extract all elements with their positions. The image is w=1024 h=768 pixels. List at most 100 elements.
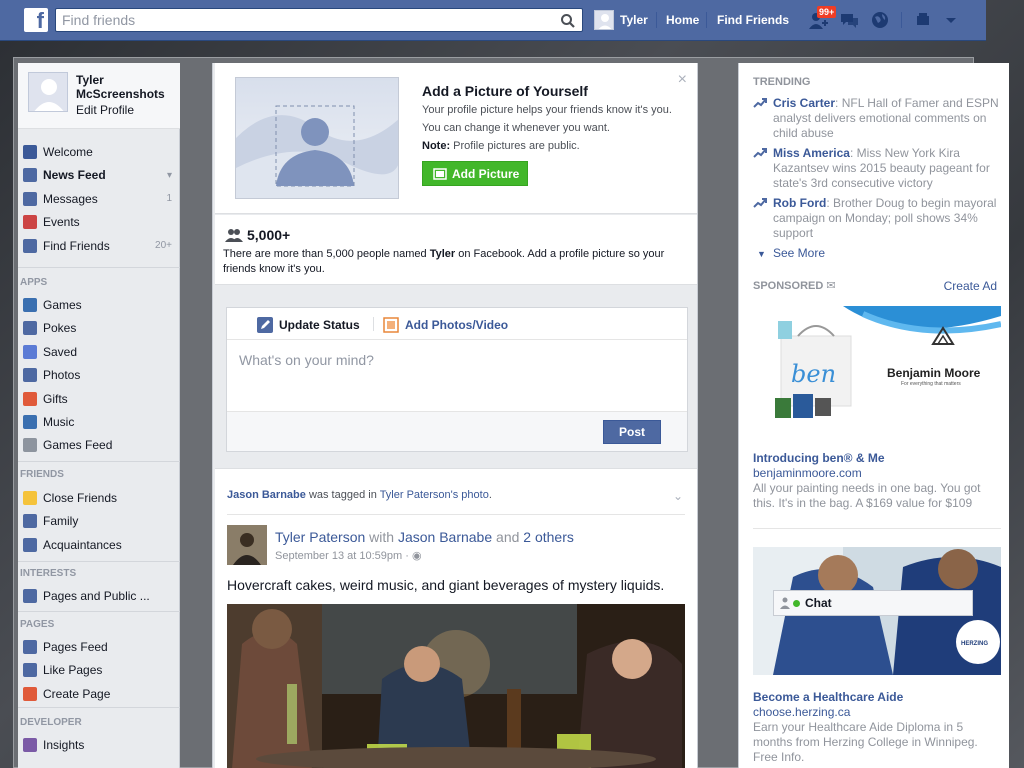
developer-heading[interactable]: DEVELOPER — [20, 717, 82, 728]
find-friends-link[interactable]: Find Friends — [717, 13, 789, 27]
sidebar-item-like-pages[interactable]: Like Pages — [18, 660, 180, 680]
add-picture-button[interactable]: Add Picture — [422, 161, 528, 186]
search-icon[interactable] — [560, 13, 576, 29]
pages-heading[interactable]: PAGES — [20, 619, 54, 630]
divider — [18, 461, 180, 462]
apps-heading[interactable]: APPS — [20, 277, 47, 288]
sidebar-item-label: Music — [43, 415, 75, 429]
news-feed-column: Add a Picture of Yourself Your profile p… — [212, 63, 698, 768]
benjamin-moore-logo: Benjamin Moore — [887, 366, 981, 380]
sidebar-item-create-page[interactable]: Create Page — [18, 684, 180, 704]
sidebar-item-find-friends[interactable]: Find Friends 20+ — [18, 236, 180, 256]
chat-bar[interactable]: Chat — [773, 590, 973, 616]
sidebar-item-acquaintances[interactable]: Acquaintances — [18, 535, 180, 555]
sidebar-item-label: Messages — [43, 191, 98, 206]
left-sidebar: Tyler McScreenshots Edit Profile Welcome… — [18, 63, 180, 768]
see-more-link[interactable]: See More — [773, 246, 825, 260]
friends-heading[interactable]: FRIENDS — [20, 469, 64, 480]
sidebar-item-messages[interactable]: Messages 1 — [18, 189, 180, 209]
sidebar-item-games-feed[interactable]: Games Feed — [18, 435, 180, 455]
interests-heading[interactable]: INTERESTS — [20, 568, 76, 579]
sidebar-item-label: Find Friends — [43, 238, 110, 253]
sidebar-item-label: Like Pages — [43, 663, 103, 678]
sidebar-item-insights[interactable]: Insights — [18, 735, 180, 755]
facebook-logo-icon[interactable]: f — [24, 8, 48, 32]
sidebar-item-news-feed[interactable]: News Feed ▾ — [18, 165, 180, 185]
sidebar-item-games[interactable]: Games — [18, 295, 180, 315]
ad2-title[interactable]: Become a Healthcare Aide — [753, 690, 903, 704]
games-feed-icon — [23, 438, 37, 453]
ad1-url[interactable]: benjaminmoore.com — [753, 466, 862, 480]
profile-name[interactable]: Tyler McScreenshots — [76, 73, 176, 101]
edit-profile-link[interactable]: Edit Profile — [76, 103, 134, 117]
ad1-title[interactable]: Introducing ben® & Me — [753, 451, 885, 465]
sidebar-item-events[interactable]: Events — [18, 212, 180, 232]
sidebar-item-family[interactable]: Family — [18, 511, 180, 531]
sidebar-item-photos[interactable]: Photos — [18, 365, 180, 385]
megaphone-icon: ✉ — [826, 280, 836, 292]
online-status-icon — [793, 599, 800, 607]
pencil-icon — [257, 317, 273, 333]
chat-label: Chat — [805, 596, 832, 610]
ad2-url[interactable]: choose.herzing.ca — [753, 705, 850, 719]
account-menu-chevron-down-icon[interactable] — [940, 10, 962, 30]
top-bar-user-name[interactable]: Tyler — [620, 13, 648, 27]
photo-link[interactable]: photo — [461, 489, 489, 501]
composer-area: Update Status Add Photos/Video What's on… — [215, 286, 697, 466]
sidebar-item-saved[interactable]: Saved — [18, 342, 180, 362]
person-icon — [780, 597, 790, 609]
sidebar-item-gifts[interactable]: Gifts — [18, 389, 180, 409]
tab-update-status[interactable]: Update Status — [257, 317, 360, 333]
others-link[interactable]: 2 others — [523, 529, 574, 545]
profile-picture-placeholder[interactable] — [235, 77, 399, 199]
author-avatar[interactable] — [227, 525, 267, 565]
separator — [901, 12, 902, 28]
ad-image-benjamin-moore[interactable]: ben Benjamin Moore For everything that m… — [753, 306, 1001, 431]
sidebar-profile[interactable]: Tyler McScreenshots Edit Profile — [18, 63, 180, 129]
trending-topic[interactable]: Cris Carter — [773, 96, 835, 110]
right-column: TRENDING Cris Carter: NFL Hall of Famer … — [738, 63, 1009, 768]
gifts-icon — [23, 391, 37, 406]
trending-item[interactable]: Cris Carter: NFL Hall of Famer and ESPN … — [753, 96, 1003, 141]
owner-link[interactable]: Tyler Paterson's — [380, 489, 459, 501]
family-icon — [23, 514, 37, 529]
with-person-link[interactable]: Jason Barnabe — [398, 529, 492, 545]
profile-picture[interactable] — [28, 72, 68, 112]
sidebar-item-music[interactable]: Music — [18, 412, 180, 432]
sidebar-item-pokes[interactable]: Pokes — [18, 318, 180, 338]
sidebar-item-pages-feed[interactable]: Pages Feed — [18, 637, 180, 657]
author-link[interactable]: Tyler Paterson — [275, 529, 365, 545]
story-photo[interactable] — [227, 604, 685, 768]
trending-topic[interactable]: Rob Ford — [773, 196, 826, 210]
pokes-icon — [23, 321, 37, 336]
add-picture-description: Your profile picture helps your friends … — [422, 104, 672, 152]
status-input[interactable]: What's on your mind? — [239, 352, 374, 368]
news-feed-options-chevron-down-icon[interactable]: ▾ — [167, 170, 172, 181]
games-icon — [23, 298, 37, 312]
search-input[interactable] — [56, 9, 546, 31]
sidebar-item-welcome[interactable]: Welcome — [18, 142, 180, 162]
messages-icon[interactable] — [838, 10, 860, 30]
create-ad-link[interactable]: Create Ad — [944, 279, 997, 293]
story-options-chevron-down-icon[interactable]: ⌄ — [673, 489, 683, 503]
star-icon — [23, 491, 37, 505]
trending-item[interactable]: Miss America: Miss New York Kira Kazants… — [753, 146, 1003, 191]
sidebar-item-close-friends[interactable]: Close Friends — [18, 488, 180, 508]
tagged-person-link[interactable]: Jason Barnabe — [227, 489, 306, 501]
search-box[interactable] — [55, 8, 583, 32]
trending-topic[interactable]: Miss America — [773, 146, 850, 160]
sidebar-item-label: Welcome — [43, 145, 93, 159]
sidebar-item-pages-and-public[interactable]: Pages and Public ... — [18, 586, 180, 606]
close-icon[interactable]: × — [678, 71, 687, 89]
top-bar-profile[interactable] — [594, 10, 614, 30]
ad2-description: Earn your Healthcare Aide Diploma in 5 m… — [753, 720, 978, 764]
facebook-icon — [23, 145, 37, 159]
story-timestamp[interactable]: September 13 at 10:59pm · ◉ — [275, 549, 422, 562]
home-link[interactable]: Home — [666, 13, 699, 27]
sidebar-item-label: Photos — [43, 368, 81, 383]
post-button[interactable]: Post — [603, 420, 661, 444]
notifications-globe-icon[interactable] — [869, 10, 891, 30]
privacy-shortcuts-icon[interactable] — [914, 10, 936, 30]
tab-add-photos-video[interactable]: Add Photos/Video — [383, 317, 508, 333]
trending-item[interactable]: Rob Ford: Brother Doug to begin mayoral … — [753, 196, 1003, 241]
